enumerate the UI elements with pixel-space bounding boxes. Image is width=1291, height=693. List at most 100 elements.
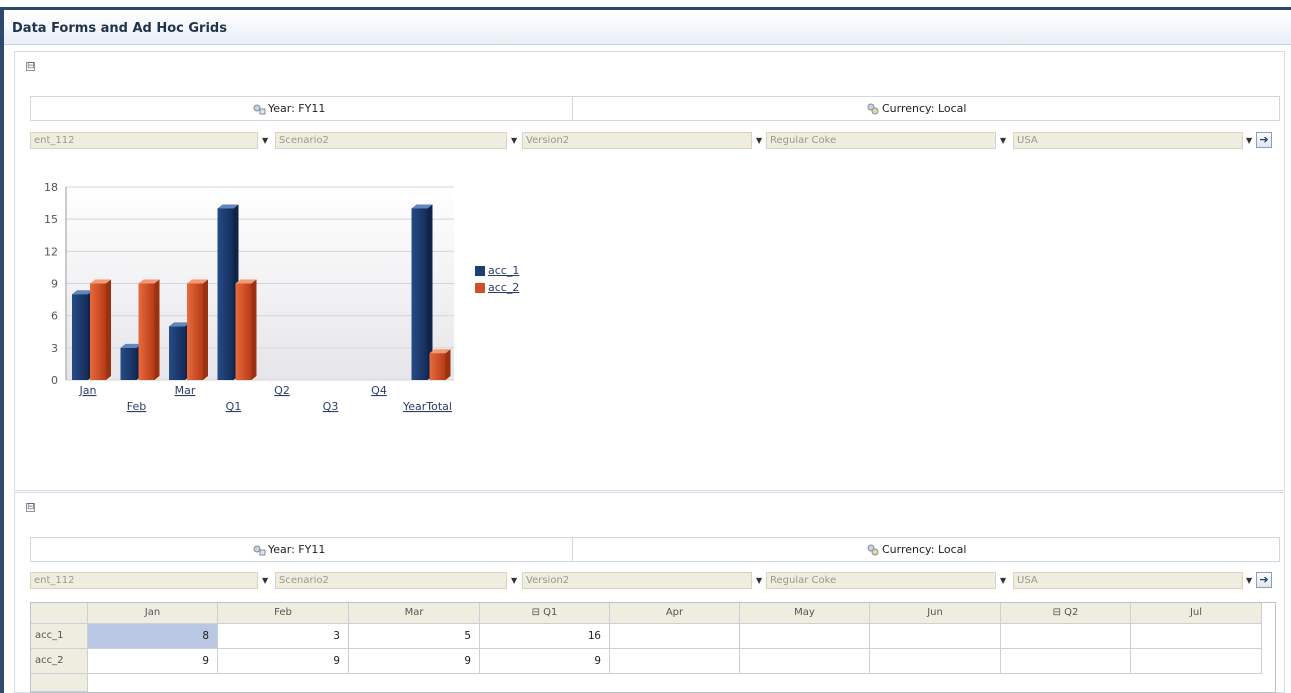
collapse-chart-panel-icon[interactable]: ⊟: [26, 62, 35, 71]
dropdown-entity-top[interactable]: ent_112: [30, 132, 258, 149]
grid-cell[interactable]: [870, 624, 1001, 649]
grid-cell[interactable]: [610, 649, 740, 674]
x-tick-label[interactable]: Feb: [127, 400, 146, 413]
y-tick-label: 12: [44, 245, 58, 258]
dropdown-market-top[interactable]: USA: [1013, 132, 1243, 149]
dropdown-version-top[interactable]: Version2: [522, 132, 752, 149]
legend-item-acc-2[interactable]: acc_2: [475, 281, 519, 294]
chevron-down-icon[interactable]: ▼: [756, 132, 764, 149]
legend-label: acc_2: [488, 281, 520, 294]
dimension-icon: [867, 103, 879, 115]
pov-divider: [572, 97, 573, 120]
legend-swatch-acc-1: [475, 266, 485, 276]
x-tick-label[interactable]: Q3: [323, 400, 339, 413]
collapse-grid-panel-icon[interactable]: ⊟: [26, 503, 35, 512]
grid-cell[interactable]: [610, 624, 740, 649]
bar-acc_2-Q1[interactable]: [235, 279, 257, 381]
y-tick-label: 9: [51, 278, 58, 291]
legend-swatch-acc-2: [475, 283, 485, 293]
column-header[interactable]: Jan: [88, 603, 218, 624]
grid-cell[interactable]: [1001, 649, 1131, 674]
window-top-border: [0, 0, 1291, 10]
row-header[interactable]: acc_1: [31, 624, 88, 649]
grid-cell[interactable]: 9: [480, 649, 610, 674]
column-header[interactable]: May: [740, 603, 870, 624]
dropdown-entity-bottom[interactable]: ent_112: [30, 572, 258, 589]
x-tick-label[interactable]: Q1: [226, 400, 242, 413]
chevron-down-icon[interactable]: ▼: [262, 132, 270, 149]
x-tick-label[interactable]: Mar: [175, 384, 196, 397]
chevron-down-icon[interactable]: ▼: [1246, 132, 1254, 149]
pov-year-label: Year: FY11: [268, 543, 326, 556]
grid-cell[interactable]: [740, 624, 870, 649]
pov-bar-bottom: Year: FY11 Currency: Local: [30, 537, 1280, 562]
dropdown-product-bottom[interactable]: Regular Coke: [766, 572, 996, 589]
bar-acc_2-Mar[interactable]: [187, 279, 208, 381]
x-tick-label[interactable]: Q2: [274, 384, 290, 397]
x-tick-label[interactable]: Jan: [79, 384, 97, 397]
grid-cell-selected[interactable]: 8: [88, 624, 218, 649]
chevron-down-icon[interactable]: ▼: [1000, 132, 1008, 149]
chevron-down-icon[interactable]: ▼: [1246, 572, 1254, 589]
dimension-icon: [253, 104, 266, 115]
y-tick-label: 18: [44, 181, 58, 194]
chevron-down-icon[interactable]: ▼: [756, 572, 764, 589]
grid-cell[interactable]: 9: [218, 649, 349, 674]
go-button-top[interactable]: ➔: [1256, 132, 1272, 148]
grid-cell[interactable]: [1131, 624, 1262, 649]
grid-cell[interactable]: 3: [218, 624, 349, 649]
grid-cell[interactable]: 9: [349, 649, 480, 674]
dropdown-version-bottom[interactable]: Version2: [522, 572, 752, 589]
bar-acc_1-Feb[interactable]: [120, 343, 142, 380]
pov-year-top[interactable]: Year: FY11: [252, 97, 325, 120]
pov-currency-bottom[interactable]: Currency: Local: [866, 538, 966, 561]
pov-currency-top[interactable]: Currency: Local: [866, 97, 966, 120]
dropdown-product-top[interactable]: Regular Coke: [766, 132, 996, 149]
bar-acc_1-YearTotal[interactable]: [411, 204, 433, 380]
legend-label: acc_1: [488, 264, 520, 277]
grid-corner: [31, 603, 88, 624]
chevron-down-icon[interactable]: ▼: [1000, 572, 1008, 589]
row-header[interactable]: acc_2: [31, 649, 88, 674]
bar-acc_1-Q1[interactable]: [217, 204, 239, 380]
x-tick-label[interactable]: YearTotal: [402, 400, 452, 413]
grid-cell[interactable]: [1001, 624, 1131, 649]
legend-item-acc-1[interactable]: acc_1: [475, 264, 519, 277]
bar-chart: 0 3 6 9 12 15 18 Jan Feb Mar Q1 Q2 Q3 Q4 YearTotal: [44, 181, 454, 413]
x-tick-label[interactable]: Q4: [371, 384, 387, 397]
chevron-down-icon[interactable]: ▼: [262, 572, 270, 589]
dimension-icon: [253, 545, 266, 556]
bar-acc_1-Mar[interactable]: [169, 322, 190, 380]
column-header[interactable]: ⊟ Q2: [1001, 603, 1131, 624]
chevron-down-icon[interactable]: ▼: [511, 572, 519, 589]
column-header[interactable]: ⊟ Q1: [480, 603, 610, 624]
column-header[interactable]: Apr: [610, 603, 740, 624]
dropdown-scenario-top[interactable]: Scenario2: [275, 132, 507, 149]
dropdown-scenario-bottom[interactable]: Scenario2: [275, 572, 507, 589]
y-tick-label: 6: [51, 310, 58, 323]
column-header[interactable]: Jul: [1131, 603, 1262, 624]
grid-cell[interactable]: [870, 649, 1001, 674]
bar-acc_1-Jan[interactable]: [72, 290, 93, 380]
y-tick-label: 15: [44, 213, 58, 226]
bar-acc_2-Feb[interactable]: [138, 279, 160, 381]
grid-cell[interactable]: [1131, 649, 1262, 674]
column-header[interactable]: Feb: [218, 603, 349, 624]
pov-year-bottom[interactable]: Year: FY11: [252, 538, 325, 561]
go-button-bottom[interactable]: ➔: [1256, 572, 1272, 588]
pov-divider: [572, 538, 573, 561]
pov-year-label: Year: FY11: [268, 102, 326, 115]
bar-acc_2-YearTotal[interactable]: [429, 349, 451, 380]
grid-cell[interactable]: 5: [349, 624, 480, 649]
grid-cell[interactable]: [740, 649, 870, 674]
window-left-rail: [0, 10, 4, 693]
y-tick-label: 0: [51, 374, 58, 387]
page-title: Data Forms and Ad Hoc Grids: [12, 21, 227, 36]
grid-cell[interactable]: 16: [480, 624, 610, 649]
dropdown-market-bottom[interactable]: USA: [1013, 572, 1243, 589]
column-header[interactable]: Jun: [870, 603, 1001, 624]
chevron-down-icon[interactable]: ▼: [511, 132, 519, 149]
bar-acc_2-Jan[interactable]: [90, 279, 111, 381]
grid-cell[interactable]: 9: [88, 649, 218, 674]
column-header[interactable]: Mar: [349, 603, 480, 624]
